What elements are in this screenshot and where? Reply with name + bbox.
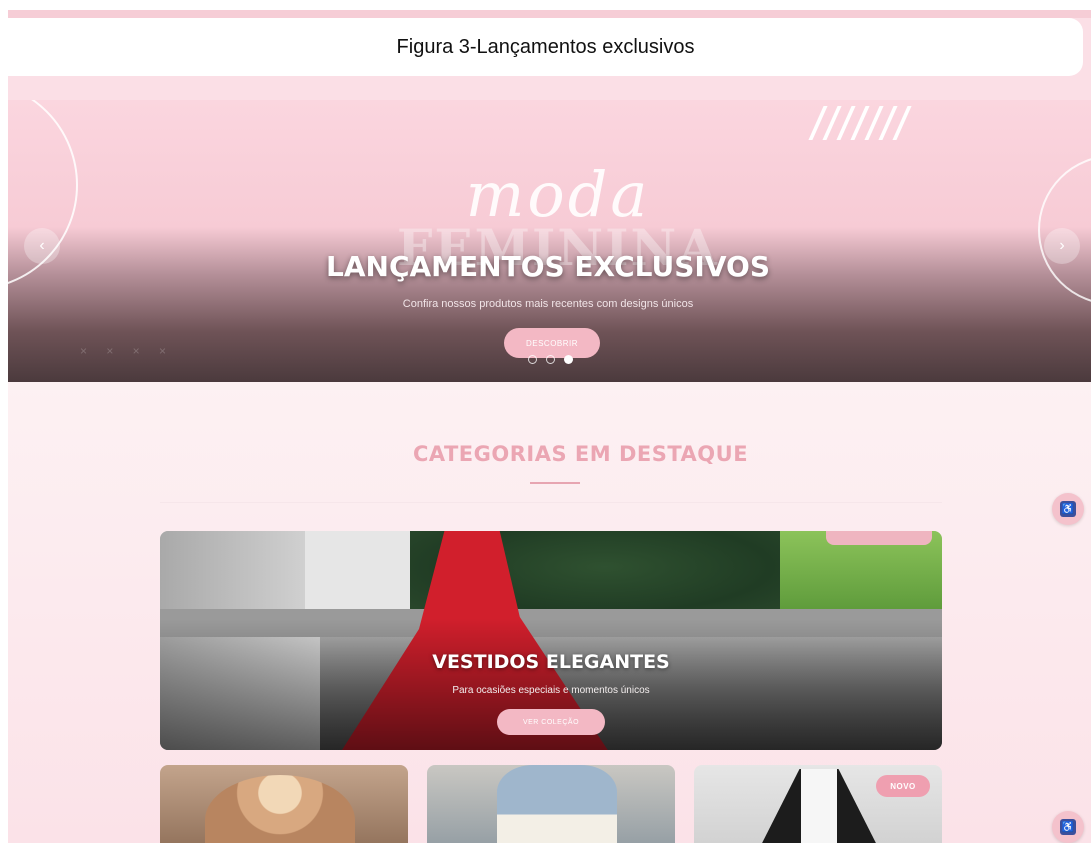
view-collection-button[interactable]: VER COLEÇÃO	[497, 709, 605, 735]
model-photo	[205, 775, 355, 843]
card-tag	[826, 531, 932, 545]
hero-carousel: × × × × moda FEMININA LANÇAMENTOS EXCLUS…	[8, 100, 1091, 382]
section-title: CATEGORIAS EM DESTAQUE	[412, 442, 749, 466]
model-photo	[497, 765, 617, 843]
category-subtitle: Para ocasiões especiais e momentos único…	[452, 685, 650, 696]
accessibility-button[interactable]: ♿	[1052, 493, 1084, 525]
accessibility-icon: ♿	[1060, 501, 1076, 517]
carousel-dot[interactable]	[546, 355, 555, 364]
figure-caption: Figura 3-Lançamentos exclusivos	[8, 18, 1083, 76]
category-title: VESTIDOS ELEGANTES	[432, 651, 670, 673]
carousel-prev-button[interactable]: ‹	[24, 228, 60, 264]
accessibility-button[interactable]: ♿	[1052, 811, 1084, 843]
carousel-dot[interactable]	[528, 355, 537, 364]
model-photo	[754, 769, 884, 843]
category-thumbnail[interactable]: NOVO	[694, 765, 942, 843]
hero-title: LANÇAMENTOS EXCLUSIVOS	[326, 250, 770, 283]
carousel-indicators	[528, 355, 573, 364]
divider	[160, 502, 942, 503]
discover-button[interactable]: DESCOBRIR	[504, 328, 600, 358]
carousel-dot[interactable]	[564, 355, 573, 364]
category-thumbnail[interactable]	[427, 765, 675, 843]
decorative-crosses: × × × ×	[80, 344, 175, 358]
accessibility-icon: ♿	[1060, 819, 1076, 835]
page: Figura 3-Lançamentos exclusivos × × × × …	[0, 0, 1091, 843]
hero-subtitle: Confira nossos produtos mais recentes co…	[402, 298, 694, 310]
title-underline	[530, 482, 580, 484]
category-card-dresses[interactable]: VESTIDOS ELEGANTES Para ocasiões especia…	[160, 531, 942, 750]
category-thumbnail[interactable]	[160, 765, 408, 843]
decorative-stripes	[808, 106, 966, 140]
chevron-right-icon: ›	[1059, 237, 1065, 254]
new-badge: NOVO	[876, 775, 930, 797]
chevron-left-icon: ‹	[39, 237, 45, 254]
figure-caption-text: Figura 3-Lançamentos exclusivos	[396, 35, 695, 58]
carousel-next-button[interactable]: ›	[1044, 228, 1080, 264]
